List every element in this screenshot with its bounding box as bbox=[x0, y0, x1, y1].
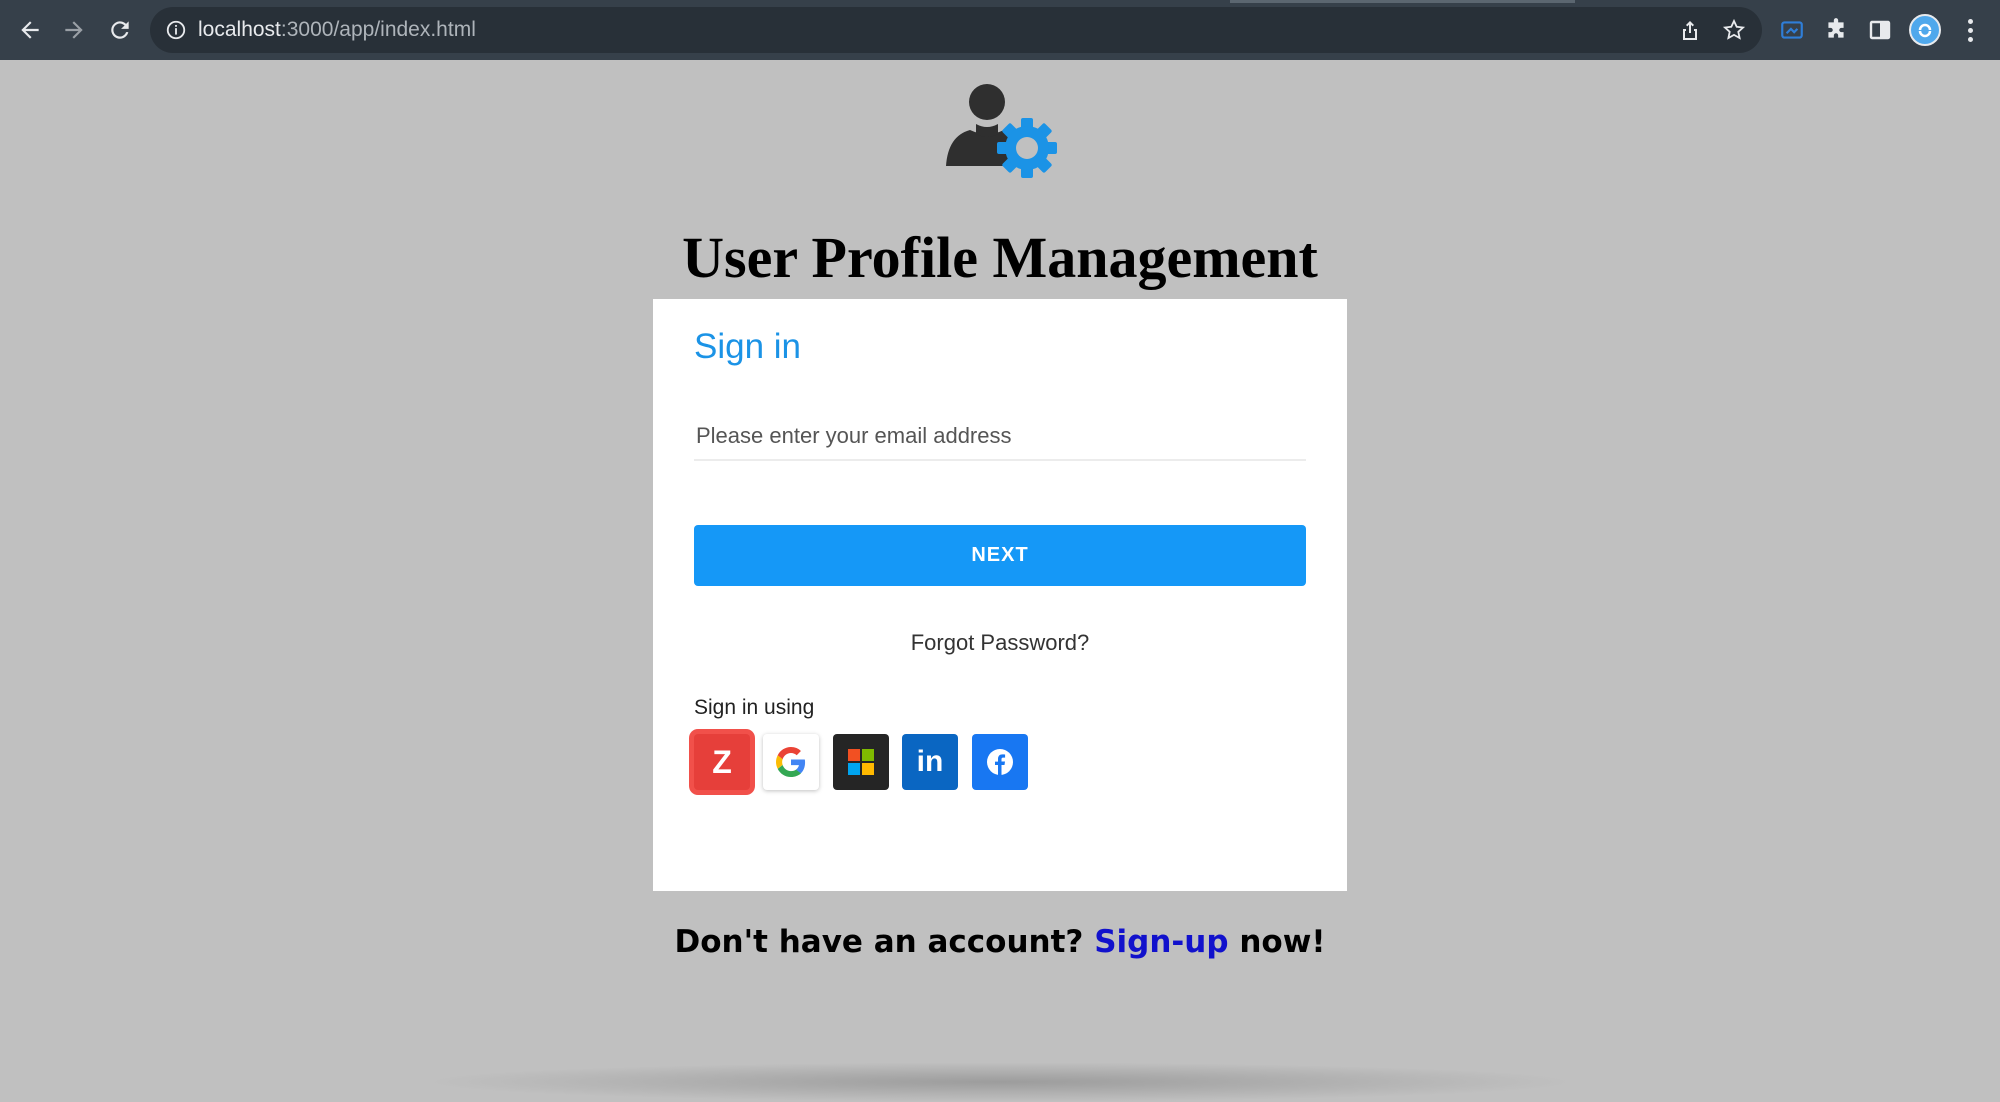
site-info-icon[interactable] bbox=[165, 19, 187, 41]
extension-button[interactable] bbox=[1778, 16, 1806, 44]
sign-in-heading: Sign in bbox=[694, 327, 802, 366]
signup-prompt: Don't have an account? Sign-up now! bbox=[0, 922, 2000, 962]
zoho-icon: Z bbox=[712, 743, 732, 780]
zoho-sign-in-button[interactable]: Z bbox=[694, 734, 750, 790]
url-text[interactable]: localhost:3000/app/index.html bbox=[198, 7, 476, 53]
browser-toolbar: localhost:3000/app/index.html bbox=[0, 0, 2000, 60]
forward-icon bbox=[65, 21, 83, 39]
menu-dot bbox=[1967, 28, 1973, 33]
bookmark-star-icon[interactable] bbox=[1722, 18, 1746, 42]
menu-dot bbox=[1967, 37, 1973, 42]
tab-strip-edge bbox=[1230, 0, 1575, 3]
linkedin-icon: in bbox=[916, 745, 944, 778]
facebook-icon bbox=[987, 749, 1013, 775]
microsoft-icon bbox=[848, 749, 874, 775]
profile-avatar[interactable] bbox=[1909, 14, 1941, 46]
forgot-password-link[interactable]: Forgot Password? bbox=[653, 629, 1347, 657]
extension-icon bbox=[1781, 21, 1803, 39]
google-icon bbox=[776, 747, 806, 777]
sign-in-card: Sign in NEXT Forgot Password? Sign in us… bbox=[653, 299, 1347, 891]
side-panel-icon bbox=[1869, 20, 1891, 40]
back-icon bbox=[21, 21, 39, 39]
next-button[interactable]: NEXT bbox=[694, 525, 1306, 586]
email-field[interactable] bbox=[694, 413, 1306, 461]
address-bar[interactable]: localhost:3000/app/index.html bbox=[150, 7, 1762, 53]
sign-in-using-label: Sign in using bbox=[694, 696, 815, 719]
signup-link[interactable]: Sign-up bbox=[1094, 924, 1228, 960]
browser-menu-button[interactable] bbox=[1962, 17, 1978, 43]
signup-suffix: now! bbox=[1228, 924, 1326, 960]
linkedin-sign-in-button[interactable]: in bbox=[902, 734, 958, 790]
forward-button[interactable] bbox=[58, 14, 90, 46]
user-settings-icon bbox=[946, 84, 1057, 178]
page-title: User Profile Management bbox=[682, 225, 1318, 290]
profile-icon bbox=[1918, 23, 1932, 38]
google-sign-in-button[interactable] bbox=[763, 734, 819, 790]
microsoft-sign-in-button[interactable] bbox=[833, 734, 889, 790]
bottom-shadow bbox=[420, 1062, 1580, 1102]
signup-prefix: Don't have an account? bbox=[674, 924, 1095, 960]
extensions-button[interactable] bbox=[1822, 16, 1850, 44]
reload-button[interactable] bbox=[104, 14, 136, 46]
back-button[interactable] bbox=[14, 14, 46, 46]
facebook-sign-in-button[interactable] bbox=[972, 734, 1028, 790]
share-icon[interactable] bbox=[1678, 18, 1702, 42]
reload-icon bbox=[111, 21, 129, 39]
menu-icon bbox=[1967, 19, 1973, 24]
side-panel-button[interactable] bbox=[1866, 16, 1894, 44]
puzzle-icon bbox=[1828, 18, 1844, 38]
